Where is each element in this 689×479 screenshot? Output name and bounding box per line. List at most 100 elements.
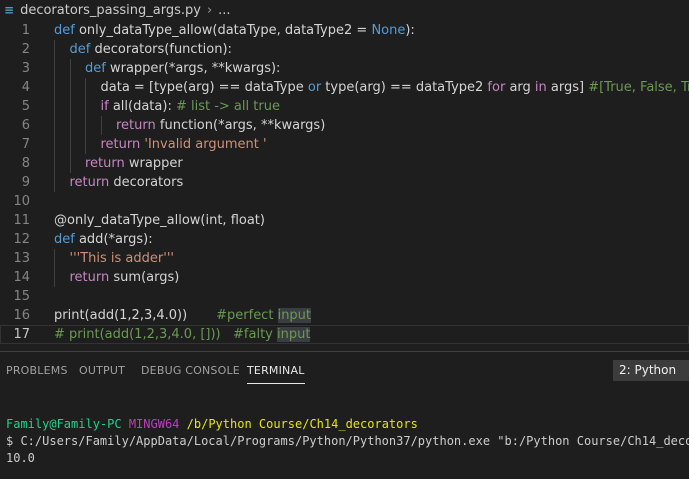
- line-number: 13: [13, 251, 30, 266]
- code-text: def add(*args):: [54, 230, 153, 249]
- line-number: 4: [21, 80, 30, 95]
- indent-guide: [54, 154, 55, 173]
- code-text: def wrapper(*args, **kwargs):: [85, 59, 280, 78]
- line-number: 6: [21, 118, 30, 133]
- code-token: return: [100, 137, 145, 152]
- terminal-cwd: /b/Python Course/Ch14_decorators: [186, 417, 418, 431]
- code-token: '''This is adder''': [69, 251, 174, 266]
- code-token: all(data):: [112, 99, 176, 114]
- code-token: def: [69, 42, 95, 57]
- code-token: arg: [509, 80, 535, 95]
- line-number: 14: [13, 270, 30, 285]
- terminal-prompt-line: Family@Family-PC MINGW64 /b/Python Cours…: [6, 416, 418, 432]
- code-line[interactable]: 11 @only_dataType_allow(int, float): [0, 211, 689, 230]
- code-token: 'Invalid argument ': [144, 137, 267, 152]
- code-line[interactable]: 2 def decorators(function):: [0, 40, 689, 59]
- indent-guide: [85, 78, 86, 97]
- code-line[interactable]: 15: [0, 287, 689, 306]
- code-line[interactable]: 4 data = [type(arg) == dataType or type(a…: [0, 78, 689, 97]
- code-token: def: [54, 232, 79, 247]
- breadcrumb-symbol[interactable]: ...: [218, 3, 230, 18]
- line-number: 9: [21, 175, 30, 190]
- code-token: return: [85, 156, 129, 171]
- code-token: print(add(1,2,3,4.0)): [54, 308, 217, 323]
- code-line[interactable]: 17 # print(add(1,2,3,4.0, [])) #falty inp…: [0, 325, 689, 344]
- code-text: print(add(1,2,3,4.0)) #perfect input: [54, 306, 312, 325]
- python-file-icon: ≡: [4, 3, 15, 17]
- code-line[interactable]: 12 def add(*args):: [0, 230, 689, 249]
- tab-debug-console[interactable]: DEBUG CONSOLE: [141, 364, 240, 377]
- code-token: def: [54, 23, 79, 38]
- code-token: None: [371, 23, 406, 38]
- breadcrumb-file[interactable]: decorators_passing_args.py: [20, 3, 201, 18]
- code-line[interactable]: 13 '''This is adder''': [0, 249, 689, 268]
- code-token: data = [type(arg) == dataType: [100, 80, 308, 95]
- code-token: add(*args):: [78, 232, 153, 247]
- tab-problems[interactable]: PROBLEMS: [6, 364, 68, 377]
- code-token: args]: [550, 80, 589, 95]
- code-token: return: [69, 270, 114, 285]
- line-number: 5: [21, 99, 30, 114]
- line-number: 7: [21, 137, 30, 152]
- line-number: 1: [21, 23, 30, 38]
- terminal-user: Family@Family-PC: [6, 417, 122, 431]
- code-token: in: [534, 80, 551, 95]
- indent-guide: [100, 116, 102, 135]
- indent-guide: [69, 135, 71, 154]
- indent-guide: [54, 40, 55, 59]
- code-token: return: [116, 118, 160, 133]
- code-line[interactable]: 6 return function(*args, **kwargs): [0, 116, 689, 135]
- indent-guide: [54, 249, 55, 268]
- code-token: return: [69, 175, 114, 190]
- code-line[interactable]: 5 if all(data): # list -> all true: [0, 97, 689, 116]
- indent-guide: [54, 97, 55, 116]
- terminal-select-dropdown[interactable]: 2: Python: [613, 360, 689, 381]
- breadcrumb[interactable]: ≡ decorators_passing_args.py › ...: [0, 0, 689, 20]
- code-text: if all(data): # list -> all true: [101, 97, 280, 116]
- line-number: 12: [13, 232, 30, 247]
- code-token: input: [277, 327, 311, 342]
- code-line[interactable]: 10: [0, 192, 689, 211]
- code-token: #[True, False, True]: [588, 80, 689, 95]
- code-text: '''This is adder''': [70, 249, 174, 268]
- code-line[interactable]: 1 def only_dataType_allow(dataType, dataT…: [0, 21, 689, 40]
- terminal-command: $ C:/Users/Family/AppData/Local/Programs…: [6, 434, 689, 448]
- code-token: wrapper: [128, 156, 183, 171]
- indent-guide: [69, 154, 71, 173]
- code-text: return decorators: [70, 173, 184, 192]
- indent-guide: [54, 135, 55, 154]
- code-line[interactable]: 3 def wrapper(*args, **kwargs):: [0, 59, 689, 78]
- code-token: for: [487, 80, 510, 95]
- code-line[interactable]: 7 return 'Invalid argument ': [0, 135, 689, 154]
- code-line[interactable]: 9 return decorators: [0, 173, 689, 192]
- code-token: def: [85, 61, 110, 76]
- code-text: data = [type(arg) == dataType or type(ar…: [101, 78, 689, 97]
- code-line[interactable]: 8 return wrapper: [0, 154, 689, 173]
- code-token: if: [100, 99, 113, 114]
- tab-terminal[interactable]: TERMINAL: [247, 364, 305, 384]
- indent-guide: [54, 78, 55, 97]
- indent-guide: [69, 78, 71, 97]
- line-number: 3: [21, 61, 30, 76]
- indent-guide: [85, 97, 86, 116]
- terminal-shell: MINGW64: [128, 417, 180, 431]
- terminal-output[interactable]: Family@Family-PC MINGW64 /b/Python Cours…: [0, 389, 689, 479]
- line-number: 15: [13, 289, 30, 304]
- indent-guide: [85, 116, 86, 135]
- code-text: def decorators(function):: [70, 40, 232, 59]
- line-number: 10: [13, 194, 30, 209]
- tab-output[interactable]: OUTPUT: [79, 364, 125, 377]
- code-line[interactable]: 14 return sum(args): [0, 268, 689, 287]
- code-text: return function(*args, **kwargs): [116, 116, 325, 135]
- code-token: only_dataType_allow(dataType, dataType2 …: [78, 23, 372, 38]
- code-token: input: [277, 308, 312, 323]
- code-token: decorators: [113, 175, 184, 190]
- line-number: 17: [13, 327, 30, 342]
- code-text: @only_dataType_allow(int, float): [54, 211, 265, 230]
- indent-guide: [69, 116, 71, 135]
- code-editor[interactable]: 1 def only_dataType_allow(dataType, dataT…: [0, 20, 689, 351]
- line-number: 16: [13, 308, 30, 323]
- code-line[interactable]: 16 print(add(1,2,3,4.0)) #perfect input: [0, 306, 689, 325]
- code-text: def only_dataType_allow(dataType, dataTy…: [54, 21, 415, 40]
- code-text: return sum(args): [70, 268, 180, 287]
